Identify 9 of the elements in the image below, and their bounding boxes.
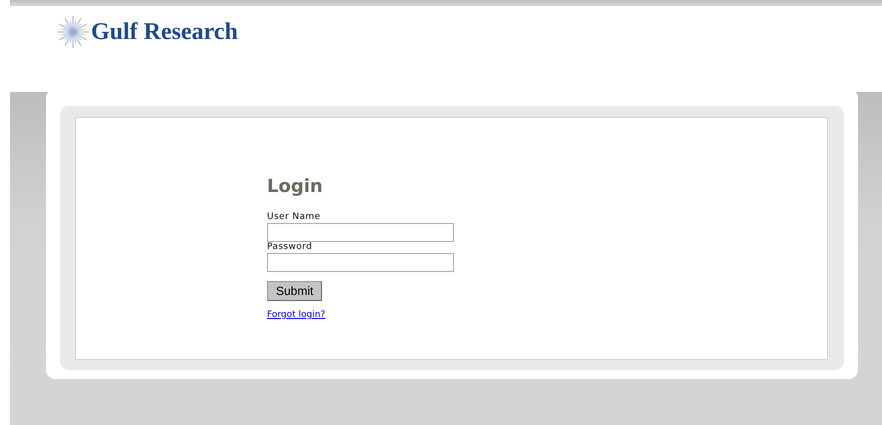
logo-text: Gulf Research [91,18,238,46]
submit-button[interactable]: Submit [267,281,322,301]
field-label: Password [267,242,312,253]
login-title: Login [267,176,323,197]
forgot-login-link[interactable]: Forgot login? [267,310,326,320]
input-field[interactable] [267,223,454,242]
field-label: User Name [267,212,321,223]
starburst-icon [56,15,90,49]
input-field[interactable] [267,253,454,272]
